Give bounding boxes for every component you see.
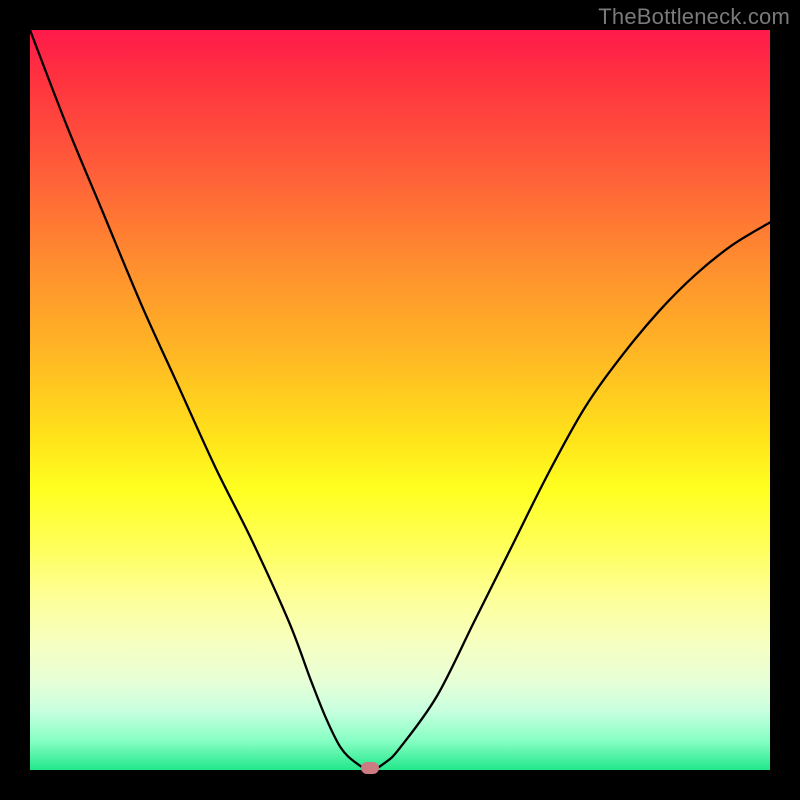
bottleneck-curve	[30, 30, 770, 770]
sweet-spot-marker	[361, 762, 379, 774]
bottleneck-curve-path	[30, 30, 770, 770]
chart-frame: TheBottleneck.com	[0, 0, 800, 800]
watermark-text: TheBottleneck.com	[598, 4, 790, 30]
